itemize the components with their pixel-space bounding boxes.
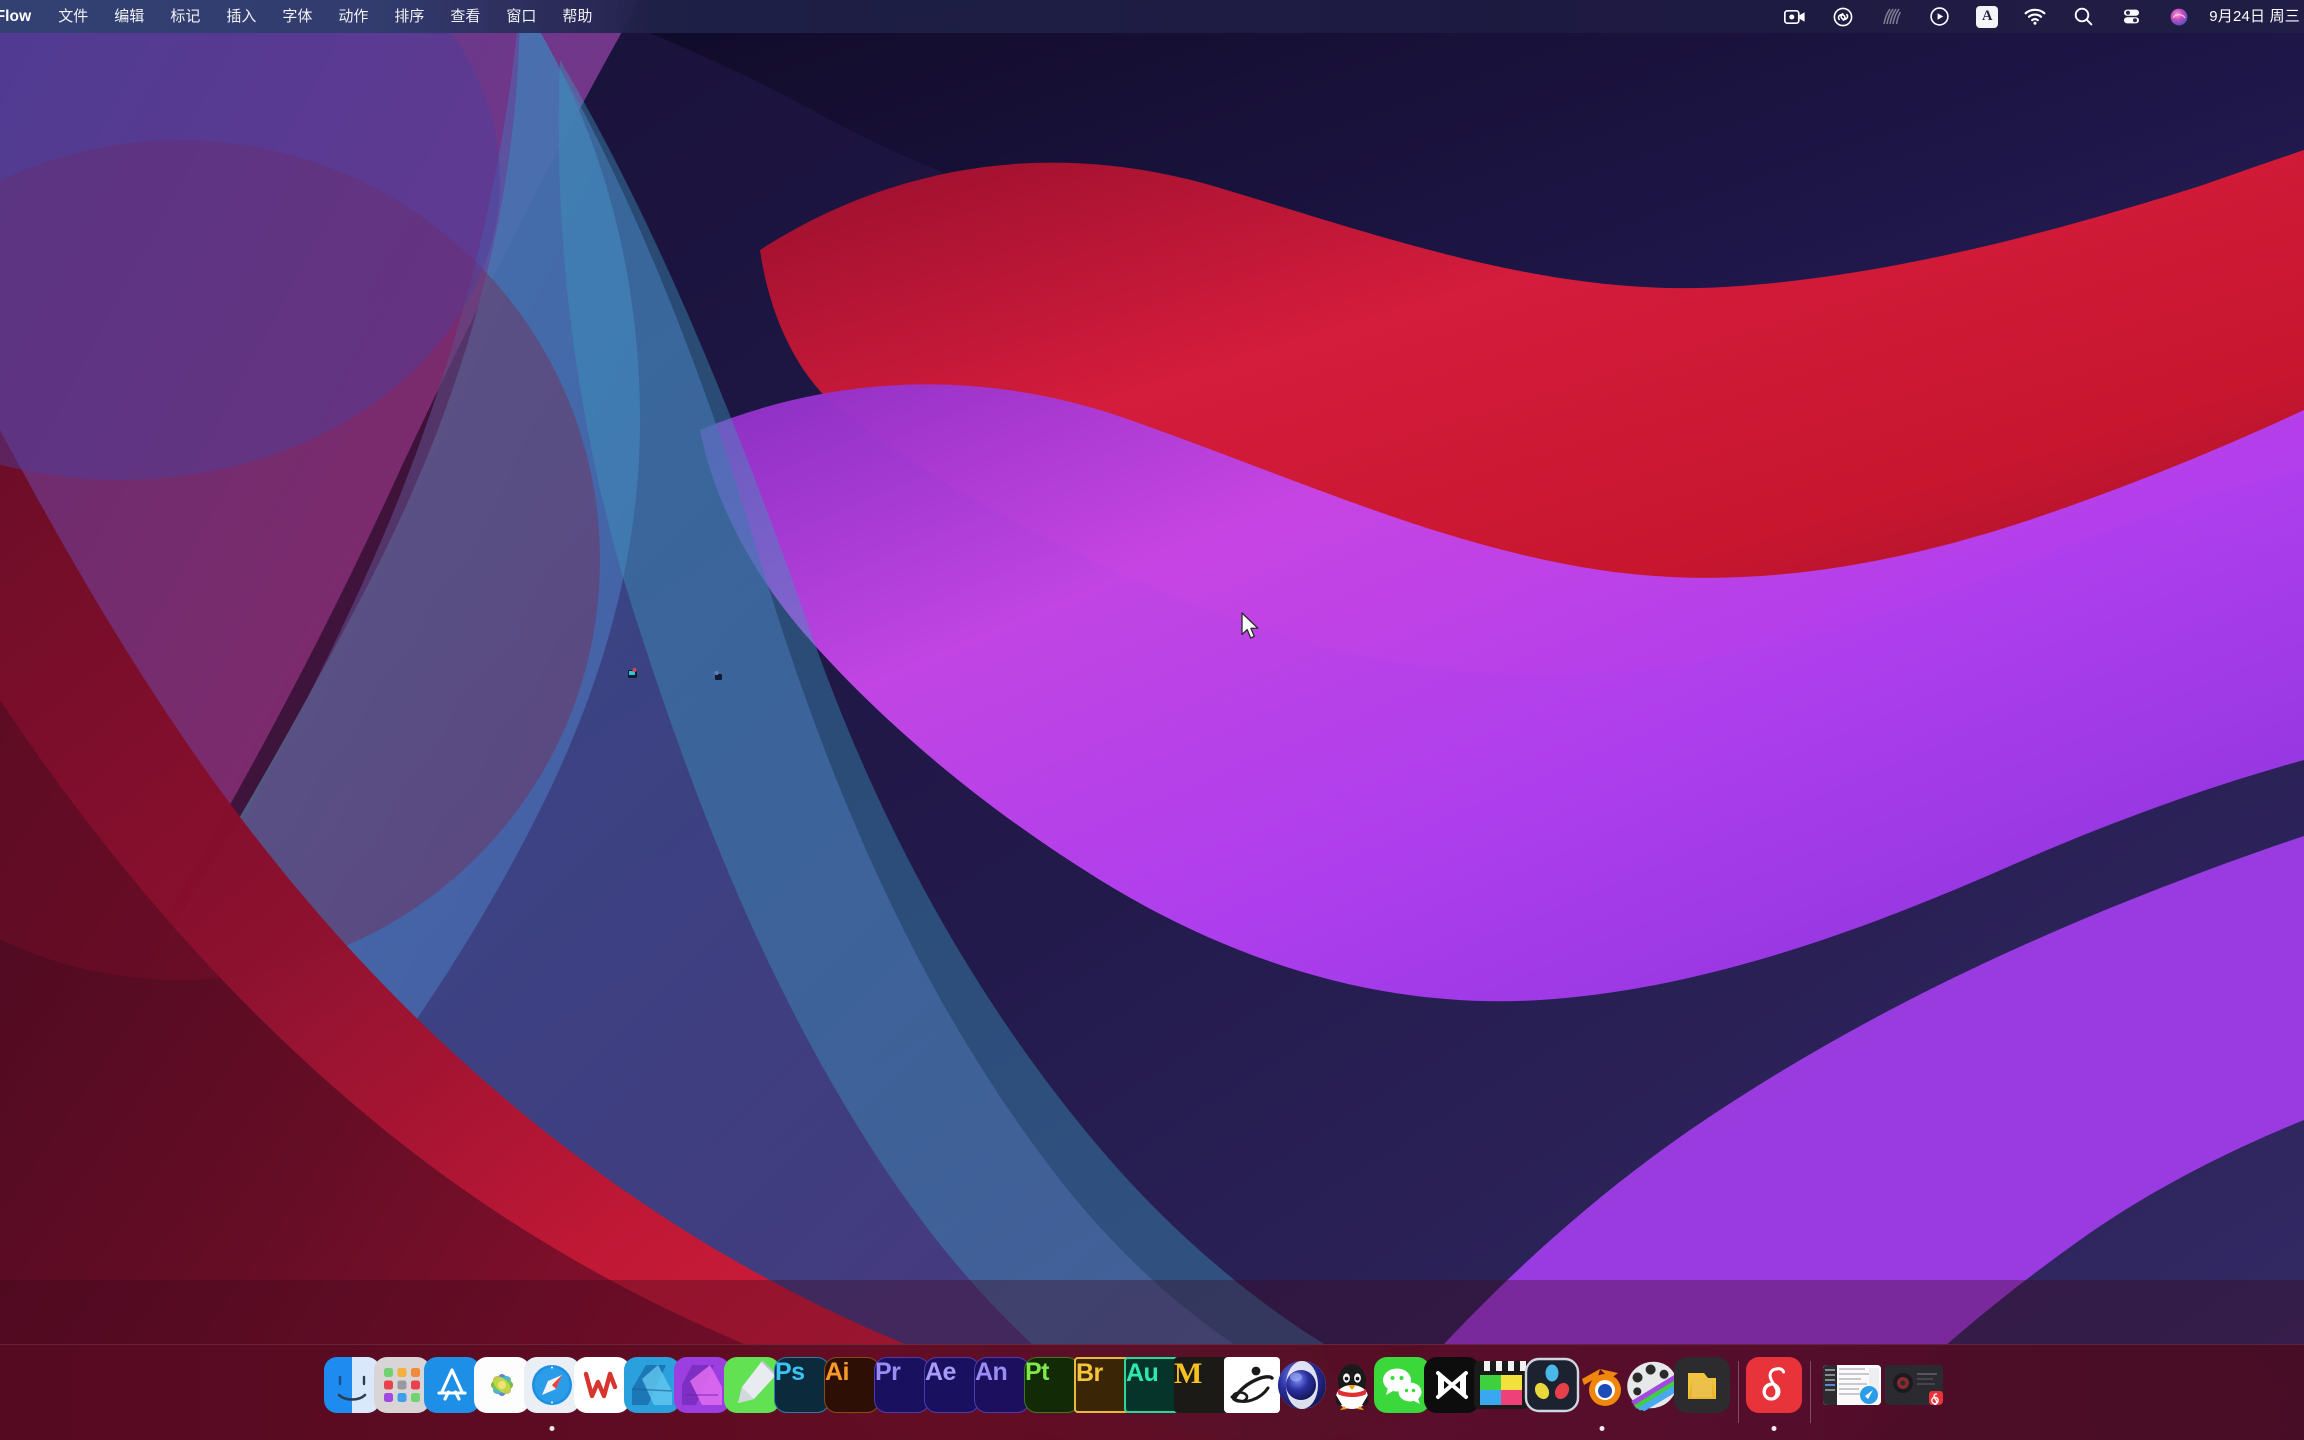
desktop-file-screenshot-3[interactable]: Scre: [2258, 587, 2304, 607]
dock-item-qq[interactable]: [1327, 1344, 1377, 1440]
dock-minimized-safari-window[interactable]: [1821, 1344, 1883, 1440]
dock-item-photos[interactable]: [474, 1344, 530, 1440]
menu-item-file[interactable]: 文件: [45, 0, 101, 33]
wallpaper-image: [0, 0, 2304, 1440]
dock-item-animate[interactable]: An: [974, 1344, 1030, 1440]
dock-item-final-cut-pro[interactable]: [1474, 1344, 1530, 1440]
netease-music-icon: [1745, 1356, 1803, 1414]
dock-items-container[interactable]: Ps Ai Pr Ae An Pt Br Au M: [324, 1344, 1953, 1440]
netease-music-window-thumbnail: [1885, 1365, 1943, 1405]
screen-recording-icon[interactable]: [1771, 0, 1819, 33]
illustrator-label: Ai: [824, 1357, 880, 1413]
desktop-file-screenshot-1[interactable]: 截屏 S: [2230, 288, 2304, 324]
animate-label: An: [974, 1357, 1030, 1413]
desktop-file-screenshot-2[interactable]: Scre: [2255, 437, 2304, 457]
desktop-speck-two: [712, 668, 724, 686]
dock-item-netease-music[interactable]: [1746, 1344, 1802, 1440]
playback-icon[interactable]: [1915, 0, 1963, 33]
dock-item-finder[interactable]: [324, 1344, 380, 1440]
dock-item-after-effects[interactable]: Ae: [924, 1344, 980, 1440]
audition-label: Au: [1124, 1357, 1180, 1413]
bridge-label: Br: [1074, 1357, 1130, 1413]
safari-window-thumbnail: [1823, 1365, 1881, 1405]
dock-item-imovie[interactable]: [1627, 1344, 1680, 1440]
dock-item-cinema-4d[interactable]: [1277, 1344, 1327, 1440]
media-encoder-label: M: [1174, 1357, 1230, 1413]
spotlight-search-icon[interactable]: [2059, 0, 2107, 33]
premiere-pro-label: Pr: [874, 1357, 930, 1413]
dock-minimized-netease-window[interactable]: [1883, 1344, 1945, 1440]
input-method-label: A: [1976, 5, 1999, 28]
after-effects-label: Ae: [924, 1357, 980, 1413]
dock-item-bridge[interactable]: Br: [1074, 1344, 1130, 1440]
dock-item-wps-office[interactable]: [574, 1344, 630, 1440]
menu-item-arrange[interactable]: 排序: [381, 0, 437, 33]
menu-item-help[interactable]: 帮助: [549, 0, 605, 33]
dock-item-photoshop-touch[interactable]: Pt: [1024, 1344, 1080, 1440]
dock-item-blender[interactable]: [1577, 1344, 1627, 1440]
dock-item-launchpad[interactable]: [374, 1344, 430, 1440]
photoshop-label: Ps: [774, 1357, 830, 1413]
dock-item-premiere-pro[interactable]: Pr: [874, 1344, 930, 1440]
dock-item-media-encoder[interactable]: M: [1174, 1344, 1230, 1440]
dock-item-photoshop[interactable]: Ps: [774, 1344, 830, 1440]
striped-pattern-icon[interactable]: [1867, 0, 1915, 33]
dock-item-app-store[interactable]: [424, 1344, 480, 1440]
running-indicator-dot: [549, 1426, 555, 1431]
desktop-speck-one: [626, 666, 640, 685]
wifi-icon[interactable]: [2011, 0, 2059, 33]
dock-item-safari[interactable]: [524, 1344, 580, 1440]
desktop[interactable]: 截屏 S Scre Scre nFlow 文件 编辑 标记 插入 字体 动作 排…: [0, 0, 2304, 1440]
menu-bar[interactable]: nFlow 文件 编辑 标记 插入 字体 动作 排序 查看 窗口 帮助: [0, 0, 2304, 33]
dock[interactable]: Ps Ai Pr Ae An Pt Br Au M: [0, 1344, 2304, 1440]
menu-item-view[interactable]: 查看: [437, 0, 493, 33]
menu-item-font[interactable]: 字体: [269, 0, 325, 33]
dock-item-folder[interactable]: [1674, 1344, 1730, 1440]
menu-item-window[interactable]: 窗口: [493, 0, 549, 33]
minimized-window-thumbnail: [1823, 1356, 1881, 1414]
control-center-icon[interactable]: [2107, 0, 2155, 33]
menubar-clock[interactable]: 9月24日 周三: [2203, 0, 2304, 33]
menu-item-insert[interactable]: 插入: [213, 0, 269, 33]
adobe-creative-cloud-icon[interactable]: [1819, 0, 1867, 33]
dock-item-capcut[interactable]: [1424, 1344, 1480, 1440]
siri-icon[interactable]: [2155, 0, 2203, 33]
active-app-name[interactable]: nFlow: [0, 0, 45, 33]
photoshop-touch-label: Pt: [1024, 1357, 1080, 1413]
dock-item-audition[interactable]: Au: [1124, 1344, 1180, 1440]
dock-item-affinity-photo[interactable]: [674, 1344, 730, 1440]
minimized-window-thumbnail: [1885, 1356, 1943, 1414]
running-indicator-dot: [1771, 1426, 1777, 1431]
dock-item-acrobat[interactable]: [1224, 1344, 1280, 1440]
menu-item-edit[interactable]: 编辑: [101, 0, 157, 33]
dock-item-notes[interactable]: [724, 1344, 780, 1440]
menu-item-mark[interactable]: 标记: [157, 0, 213, 33]
dock-item-affinity-designer[interactable]: [624, 1344, 680, 1440]
dock-item-davinci-resolve[interactable]: [1524, 1344, 1580, 1440]
menu-bar-status-group[interactable]: A 9月24日 周三: [1771, 0, 2304, 33]
dock-item-wechat[interactable]: [1374, 1344, 1430, 1440]
dock-item-illustrator[interactable]: Ai: [824, 1344, 880, 1440]
menu-bar-left-group[interactable]: nFlow 文件 编辑 标记 插入 字体 动作 排序 查看 窗口 帮助: [0, 0, 605, 33]
menu-item-action[interactable]: 动作: [325, 0, 381, 33]
running-indicator-dot: [1599, 1426, 1605, 1431]
folder-icon: [1673, 1356, 1731, 1414]
input-method-icon[interactable]: A: [1963, 0, 2011, 33]
